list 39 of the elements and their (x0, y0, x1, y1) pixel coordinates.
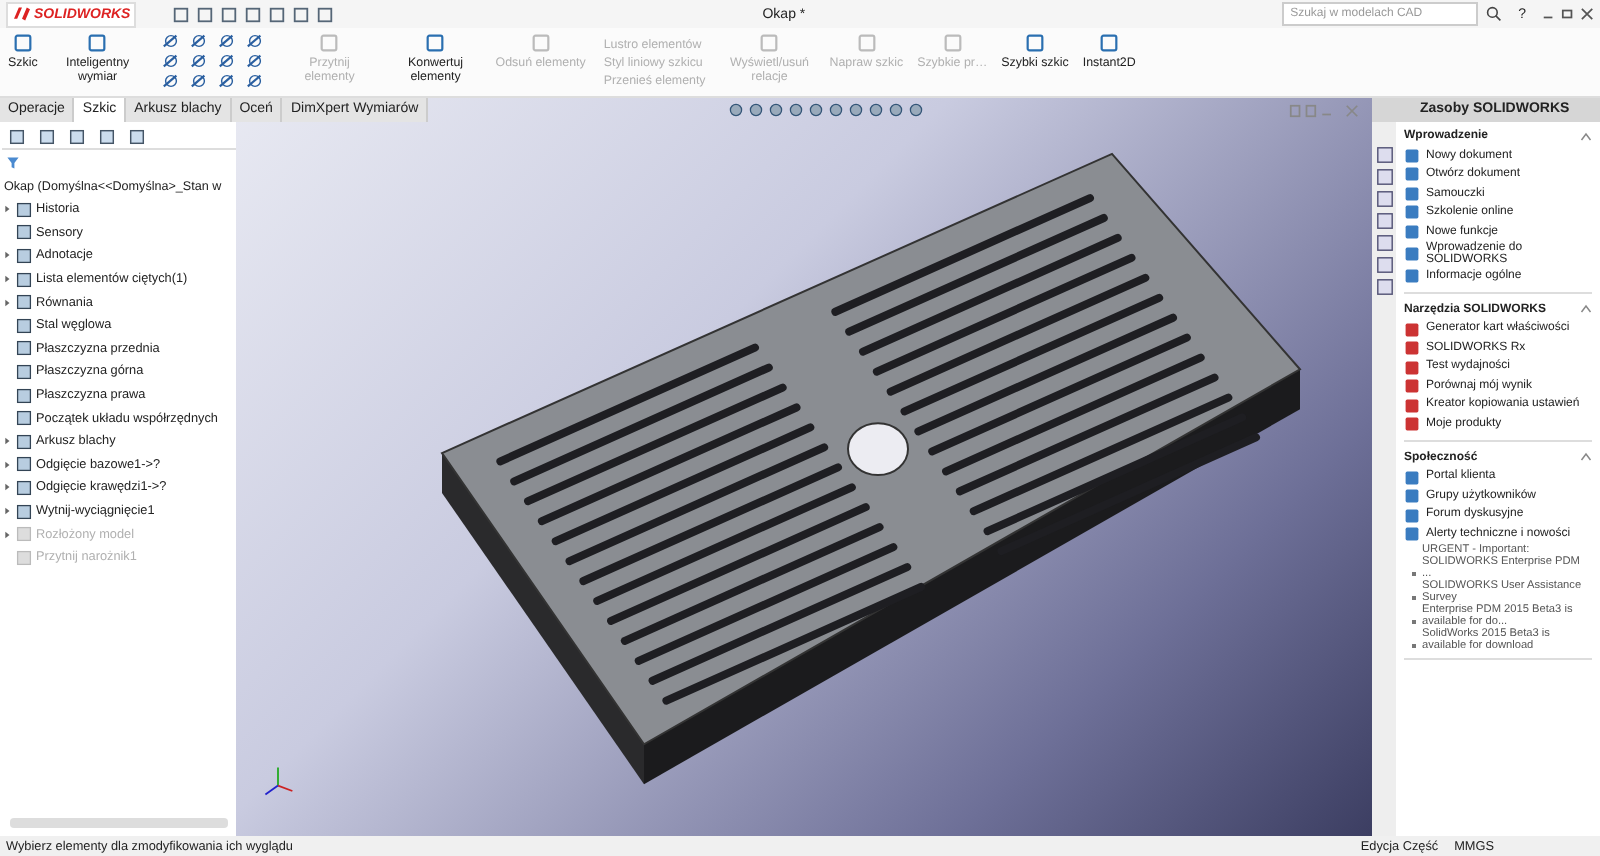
sketch-tool-icon[interactable] (217, 32, 236, 50)
tool-icon (424, 32, 447, 54)
expand-arrow-icon[interactable] (2, 250, 12, 261)
expand-arrow-icon[interactable] (2, 297, 12, 308)
sketch-tool-icon[interactable] (161, 52, 180, 70)
sketch-tool-icon[interactable] (245, 52, 264, 70)
sketch-tool-icon[interactable] (245, 32, 264, 50)
sketch-tool-icon[interactable] (189, 32, 208, 50)
expand-arrow-icon[interactable] (2, 482, 12, 493)
expand-arrow-icon[interactable] (2, 204, 12, 215)
tool-icon (941, 32, 964, 54)
window-controls-icon[interactable] (1542, 6, 1594, 22)
tool-icon (1023, 32, 1046, 54)
sketch-tool-icon[interactable] (217, 52, 236, 70)
filter-icon[interactable] (6, 156, 20, 170)
search-icon[interactable] (1486, 6, 1503, 22)
sketch-tool-icon[interactable] (189, 52, 208, 70)
tool-icon (11, 32, 34, 54)
expand-arrow-icon[interactable] (2, 436, 12, 447)
tool-icon (529, 32, 552, 54)
caret-icon[interactable] (1580, 131, 1592, 141)
expand-arrow-icon[interactable] (2, 274, 12, 285)
sketch-tool-icon[interactable] (161, 72, 180, 90)
tool-icon (758, 32, 781, 54)
caret-icon[interactable] (1580, 452, 1592, 463)
expand-arrow-icon[interactable] (2, 506, 12, 517)
logo-icon (12, 6, 32, 22)
expand-arrow-icon[interactable] (2, 459, 12, 470)
sketch-tool-icon[interactable] (245, 72, 264, 90)
horizontal-scrollbar[interactable] (10, 818, 228, 828)
sketch-tool-icon[interactable] (161, 32, 180, 50)
tool-icon (318, 32, 341, 54)
axis-triad-icon (260, 764, 296, 800)
tool-icon (855, 32, 878, 54)
tool-icon (1098, 32, 1121, 54)
caret-icon[interactable] (1580, 304, 1592, 315)
tool-icon (86, 32, 109, 54)
sketch-tool-icon[interactable] (189, 72, 208, 90)
sketch-tool-icon[interactable] (217, 72, 236, 90)
